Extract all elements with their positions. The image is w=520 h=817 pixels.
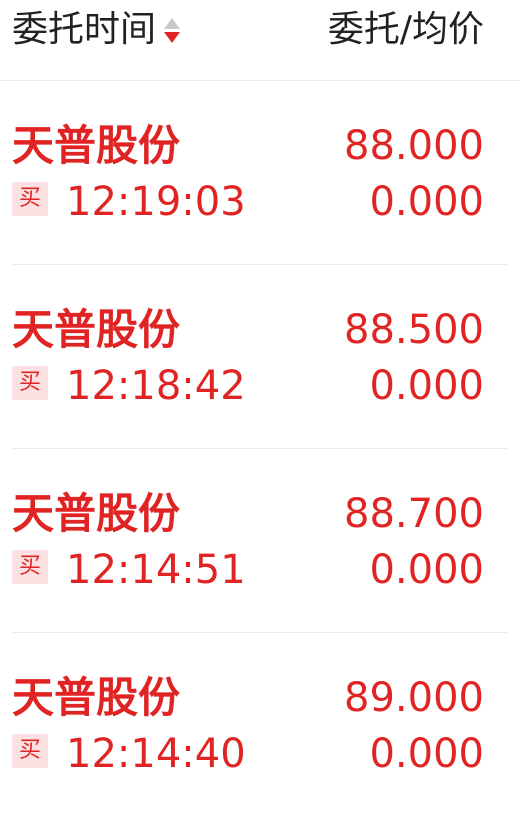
order-time: 12:18:42 (66, 363, 246, 409)
order-price: 89.000 (344, 675, 484, 721)
order-time: 12:14:51 (66, 547, 246, 593)
sort-up-icon (164, 17, 181, 29)
order-row[interactable]: 天普股份 88.700 买 12:14:51 0.000 (12, 449, 508, 633)
sort-by-time-button[interactable]: 委托时间 (12, 8, 181, 52)
buy-badge: 买 (12, 550, 48, 584)
buy-badge: 买 (12, 734, 48, 768)
price-column-header: 委托/均价 (327, 9, 484, 50)
order-list: 天普股份 88.000 买 12:19:03 0.000 天普股份 88.500… (0, 81, 520, 816)
sort-icon[interactable] (164, 17, 181, 43)
buy-badge: 买 (12, 182, 48, 216)
time-column-header: 委托时间 (12, 9, 157, 50)
stock-name: 天普股份 (12, 121, 181, 170)
average-price: 0.000 (369, 363, 484, 409)
average-price: 0.000 (369, 179, 484, 225)
order-price: 88.500 (344, 307, 484, 353)
order-row[interactable]: 天普股份 89.000 买 12:14:40 0.000 (12, 633, 508, 816)
sort-down-icon (164, 31, 181, 43)
average-price: 0.000 (369, 731, 484, 777)
list-header: 委托时间 委托/均价 (0, 0, 520, 81)
order-row[interactable]: 天普股份 88.000 买 12:19:03 0.000 (12, 81, 508, 265)
stock-name: 天普股份 (12, 305, 181, 354)
buy-badge: 买 (12, 366, 48, 400)
order-time: 12:19:03 (66, 179, 246, 225)
stock-name: 天普股份 (12, 489, 181, 538)
average-price: 0.000 (369, 547, 484, 593)
order-price: 88.700 (344, 491, 484, 537)
stock-name: 天普股份 (12, 673, 181, 722)
order-price: 88.000 (344, 123, 484, 169)
order-row[interactable]: 天普股份 88.500 买 12:18:42 0.000 (12, 265, 508, 449)
order-time: 12:14:40 (66, 731, 246, 777)
